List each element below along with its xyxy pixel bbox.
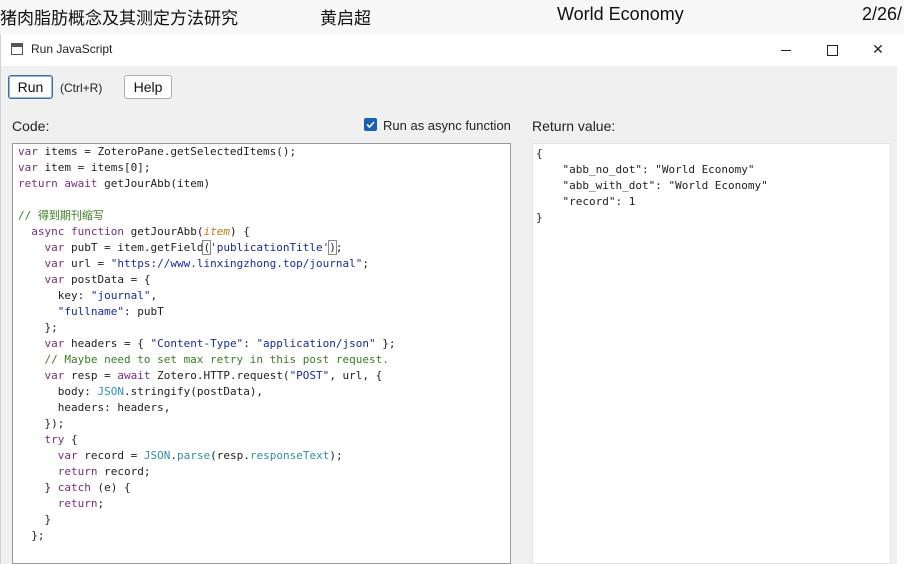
- background-date: 2/26/: [862, 4, 903, 24]
- code-line: // 得到期刊缩写: [18, 209, 104, 222]
- code-line: "fullname": pubT: [57, 305, 164, 318]
- code-line: async function getJourAbb(item) {: [31, 225, 250, 238]
- window-app-icon: [11, 43, 23, 55]
- background-article-title: 猪肉脂肪概念及其测定方法研究: [0, 9, 238, 29]
- code-line: var headers = { "Content-Type": "applica…: [44, 337, 396, 350]
- maximize-icon: [826, 44, 838, 56]
- code-line: var resp = await Zotero.HTTP.request("PO…: [44, 369, 383, 382]
- code-line: var url = "https://www.linxingzhong.top/…: [44, 257, 370, 270]
- code-line: };: [18, 529, 45, 542]
- return-line: {: [536, 147, 543, 160]
- code-editor[interactable]: var items = ZoteroPane.getSelectedItems(…: [12, 143, 511, 564]
- code-line: var record = JSON.parse(resp.responseTex…: [57, 449, 343, 462]
- return-value-box[interactable]: { "abb_no_dot": "World Economy" "abb_wit…: [532, 143, 891, 564]
- minimize-button[interactable]: [763, 34, 809, 66]
- close-button[interactable]: ✕: [855, 34, 901, 66]
- code-line: var postData = {: [44, 273, 151, 286]
- code-line: key: "journal",: [18, 289, 158, 302]
- minimize-icon: [781, 49, 791, 51]
- code-line: // Maybe need to set max retry in this p…: [18, 353, 389, 366]
- code-line: }: [18, 513, 52, 526]
- dialog-client-area: Run (Ctrl+R) Help Code: Run as async fun…: [1, 66, 897, 564]
- return-line: }: [536, 211, 543, 224]
- code-line: headers: headers,: [18, 401, 171, 414]
- run-button[interactable]: Run: [8, 75, 53, 99]
- code-line: return record;: [57, 465, 151, 478]
- return-line: "record": 1: [536, 195, 636, 208]
- async-checkbox[interactable]: [364, 118, 377, 131]
- code-line: return;: [57, 497, 105, 510]
- close-icon: ✕: [872, 42, 884, 58]
- code-label: Code:: [12, 118, 50, 134]
- run-javascript-dialog: Run JavaScript ✕ Run (Ctrl+R) Help Code:…: [0, 34, 904, 564]
- code-line: var pubT = item.getField('publicationTit…: [44, 240, 343, 255]
- code-line: body: JSON.stringify(postData),: [18, 385, 264, 398]
- code-line: var item = items[0];: [18, 161, 151, 174]
- async-checkbox-label[interactable]: Run as async function: [383, 118, 511, 133]
- code-line: });: [18, 417, 65, 430]
- code-line: try {: [44, 433, 78, 446]
- title-bar[interactable]: Run JavaScript ✕: [1, 34, 904, 66]
- dialog-right-edge: [897, 66, 904, 564]
- help-button[interactable]: Help: [124, 75, 172, 99]
- background-author: 黄启超: [320, 9, 371, 29]
- run-shortcut-hint: (Ctrl+R): [60, 81, 103, 95]
- background-app-header: 猪肉脂肪概念及其测定方法研究 黄启超 World Economy 2/26/: [0, 0, 904, 34]
- code-line: return await getJourAbb(item): [18, 177, 211, 190]
- return-line: "abb_no_dot": "World Economy": [536, 163, 755, 176]
- background-journal: World Economy: [557, 4, 684, 24]
- return-value-label: Return value:: [532, 118, 616, 134]
- window-title: Run JavaScript: [31, 42, 113, 56]
- code-line: };: [18, 321, 58, 334]
- return-line: "abb_with_dot": "World Economy": [536, 179, 768, 192]
- checkmark-icon: [366, 121, 375, 129]
- maximize-button[interactable]: [809, 34, 855, 66]
- code-line: var items = ZoteroPane.getSelectedItems(…: [18, 145, 297, 158]
- code-line: } catch (e) {: [18, 481, 131, 494]
